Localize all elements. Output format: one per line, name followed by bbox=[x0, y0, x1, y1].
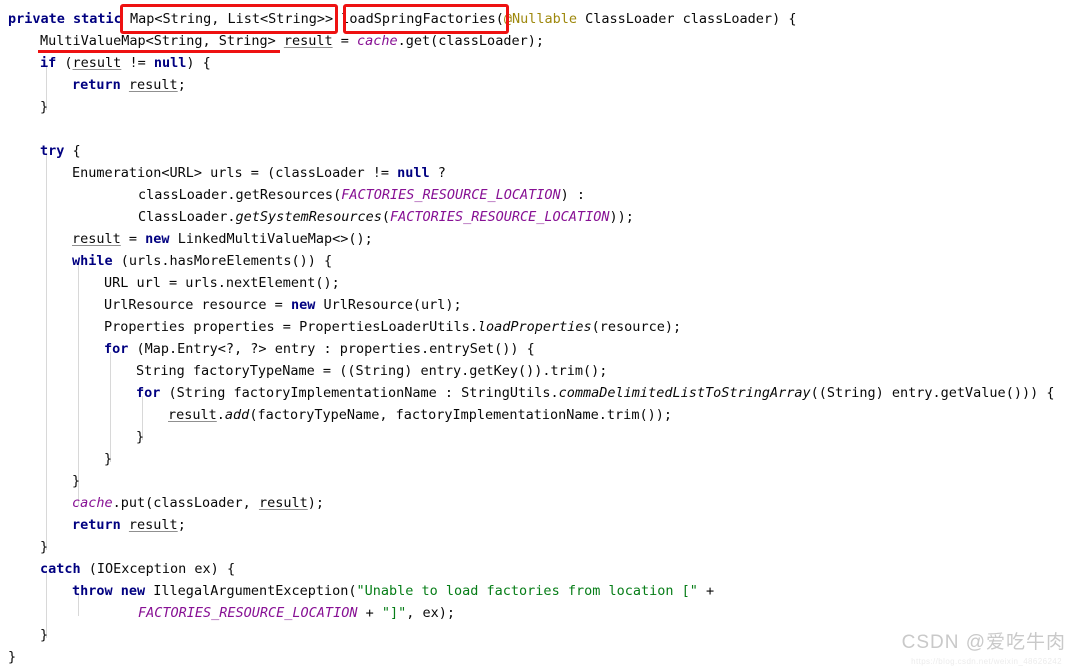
code-line: } bbox=[136, 429, 145, 445]
code-line: UrlResource resource = new UrlResource(u… bbox=[104, 297, 462, 313]
code-line: while (urls.hasMoreElements()) { bbox=[72, 253, 333, 269]
code-line: FACTORIES_RESOURCE_LOCATION + "]", ex); bbox=[138, 605, 456, 621]
code-line: URL url = urls.nextElement(); bbox=[104, 275, 340, 291]
csdn-watermark: CSDN @爱吃牛肉 bbox=[901, 632, 1066, 653]
code-line: result = new LinkedMultiValueMap<>(); bbox=[72, 231, 373, 247]
code-line: } bbox=[72, 473, 81, 489]
code-line: return result; bbox=[72, 77, 186, 93]
code-editor[interactable]: private static Map<String, List<String>>… bbox=[0, 0, 1080, 670]
code-line: } bbox=[40, 627, 49, 643]
code-line: return result; bbox=[72, 517, 186, 533]
csdn-watermark-url: https://blog.csdn.net/weixin_48626242 bbox=[911, 657, 1062, 666]
code-line: if (result != null) { bbox=[40, 55, 211, 71]
indent-guide bbox=[110, 352, 111, 462]
code-line: for (String factoryImplementationName : … bbox=[136, 385, 1055, 401]
code-line: ClassLoader.getSystemResources(FACTORIES… bbox=[138, 209, 634, 225]
code-line: } bbox=[40, 539, 49, 555]
code-line: Enumeration<URL> urls = (classLoader != … bbox=[72, 165, 446, 181]
indent-guide bbox=[46, 154, 47, 550]
code-line: Properties properties = PropertiesLoader… bbox=[104, 319, 682, 335]
code-line: private static Map<String, List<String>>… bbox=[8, 11, 797, 27]
code-line: MultiValueMap<String, String> result = c… bbox=[40, 33, 544, 49]
code-line: catch (IOException ex) { bbox=[40, 561, 236, 577]
code-line: throw new IllegalArgumentException("Unab… bbox=[72, 583, 715, 599]
code-line: result.add(factoryTypeName, factoryImple… bbox=[168, 407, 672, 423]
code-line: } bbox=[104, 451, 113, 467]
code-line: String factoryTypeName = ((String) entry… bbox=[136, 363, 608, 379]
code-line: cache.put(classLoader, result); bbox=[72, 495, 324, 511]
code-line: for (Map.Entry<?, ?> entry : properties.… bbox=[104, 341, 535, 357]
code-line: classLoader.getResources(FACTORIES_RESOU… bbox=[138, 187, 586, 203]
code-line: } bbox=[40, 99, 49, 115]
code-line: try { bbox=[40, 143, 81, 159]
code-line: } bbox=[8, 649, 17, 665]
